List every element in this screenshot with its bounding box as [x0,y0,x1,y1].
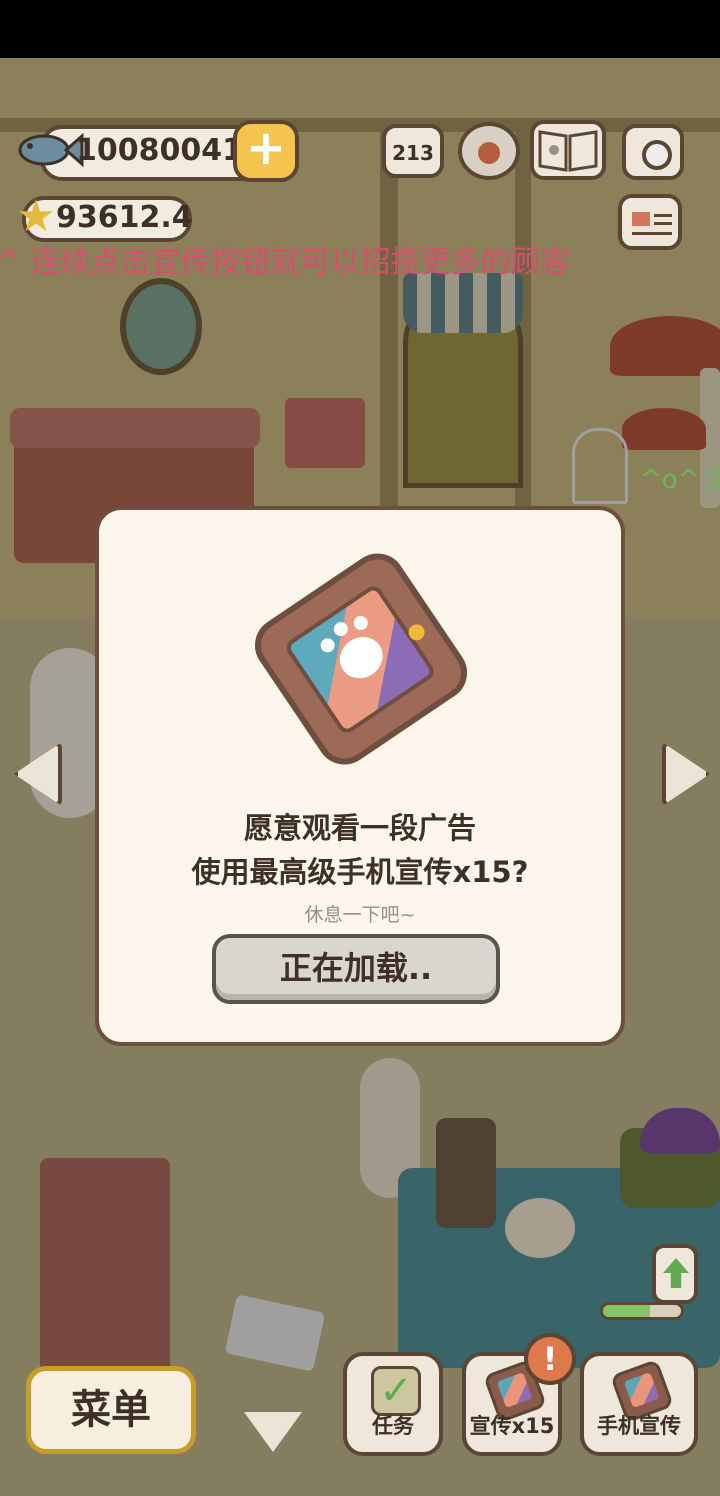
guide-book-button[interactable] [530,120,606,180]
alert-badge: ! [524,1333,576,1385]
phone-promo-button[interactable]: 手机宣传 [580,1352,698,1456]
up-arrow-icon [663,1258,689,1288]
upgrade-progress-bar [600,1302,684,1320]
camera-button[interactable] [622,124,684,180]
newspaper-button[interactable] [618,194,682,250]
promo-label: 宣传x15 [469,1414,555,1438]
ranking-icon: 213 [392,141,434,165]
task-label: 任务 [372,1414,414,1438]
task-checklist-icon: ✓ [371,1366,421,1416]
menu-button[interactable]: 菜单 [26,1366,196,1454]
status-bar [0,0,720,58]
upgrade-progress-fill [603,1305,650,1317]
settings-button[interactable] [458,122,520,180]
camera-icon [642,140,672,170]
dialog-title-line2: 使用最高级手机宣传x15? [191,855,529,889]
fish-icon [18,132,84,168]
upgrade-button[interactable] [652,1244,698,1304]
task-button[interactable]: ✓ 任务 [343,1352,443,1456]
plus-icon: + [245,120,287,176]
hint-text-right: ^o^ 连 [640,465,720,495]
paw-icon [331,628,391,687]
fish-count: 100800418 [76,133,264,168]
star-icon: ★ [16,191,56,242]
loading-button[interactable]: 正在加载.. [212,934,500,1004]
book-icon [538,130,598,172]
dialog-title-line1: 愿意观看一段广告 [243,811,476,845]
hint-text: ^ 连续点击宣传按钮就可以招揽更多的顾客 [0,245,571,280]
add-fish-button[interactable]: + [233,120,299,182]
dialog-subtitle: 休息一下吧~ [304,904,416,926]
dialog-title: 愿意观看一段广告 使用最高级手机宣传x15? [95,806,625,896]
ranking-button[interactable]: 213 [382,124,444,178]
star-count: 93612.4 [56,200,193,235]
gear-icon [478,142,500,164]
phone-promo-label: 手机宣传 [597,1414,681,1438]
